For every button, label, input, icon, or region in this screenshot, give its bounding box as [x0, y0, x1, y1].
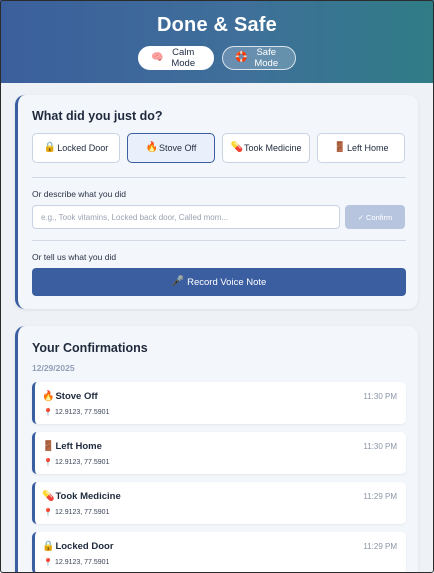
entry-location-text: 12.9123, 77.5901	[54, 409, 110, 416]
confirmation-item[interactable]: 🚪 Left Home 11:30 PM 📍 12.9123, 77.5901	[32, 432, 406, 474]
confirmation-item[interactable]: 💊 Took Medicine 11:29 PM 📍 12.9123, 77.5…	[32, 482, 406, 524]
entry-title-text: Left Home	[55, 441, 102, 452]
fire-icon: 🔥	[145, 142, 159, 153]
mode-switch: 🧠 Calm Mode 🛟 Safe Mode	[0, 46, 434, 70]
describe-label: Or describe what you did	[32, 189, 127, 199]
action-card: What did you just do? 🔒 Locked Door 🔥 St…	[15, 95, 418, 309]
took-medicine-button[interactable]: 💊 Took Medicine	[222, 133, 310, 163]
took-medicine-label: Took Medicine	[243, 143, 302, 153]
entry-title-text: Stove Off	[55, 391, 98, 402]
stove-off-button[interactable]: 🔥 Stove Off	[127, 133, 215, 163]
entry-title: 🚪 Left Home	[42, 441, 102, 452]
safe-mode-button[interactable]: 🛟 Safe Mode	[222, 46, 296, 70]
entry-location: 📍 12.9123, 77.5901	[43, 508, 109, 517]
brain-icon: 🧠	[151, 52, 164, 63]
entry-location-text: 12.9123, 77.5901	[54, 459, 110, 466]
divider	[32, 177, 406, 178]
confirmation-item[interactable]: 🔒 Locked Door 11:29 PM 📍 12.9123, 77.590…	[32, 532, 406, 573]
lock-icon: 🔒	[43, 142, 57, 153]
locked-door-label: Locked Door	[57, 143, 109, 153]
pin-icon: 📍	[43, 458, 53, 467]
entry-title-text: Took Medicine	[55, 491, 121, 502]
left-home-label: Left Home	[346, 143, 389, 153]
entry-location-text: 12.9123, 77.5901	[54, 559, 110, 566]
confirmation-item[interactable]: 🔥 Stove Off 11:30 PM 📍 12.9123, 77.5901	[32, 382, 406, 424]
entry-title: 🔥 Stove Off	[42, 391, 98, 402]
pill-icon: 💊	[230, 142, 243, 153]
app-title: Done & Safe	[156, 14, 277, 36]
pin-icon: 📍	[43, 508, 53, 517]
record-voice-button[interactable]: 🎤 Record Voice Note	[32, 268, 406, 296]
pin-icon: 📍	[43, 558, 53, 567]
fire-icon: 🔥	[42, 390, 55, 402]
stove-off-label: Stove Off	[159, 143, 197, 153]
entry-location: 📍 12.9123, 77.5901	[43, 558, 109, 567]
date-label: 12/29/2025	[32, 363, 75, 373]
left-home-button[interactable]: 🚪 Left Home	[317, 133, 405, 163]
entry-location: 📍 12.9123, 77.5901	[43, 408, 109, 417]
entry-title: 💊 Took Medicine	[42, 491, 121, 502]
entry-location-text: 12.9123, 77.5901	[54, 509, 110, 516]
safe-mode-label: Safe Mode	[254, 47, 279, 69]
entry-time: 11:29 PM	[363, 542, 397, 551]
confirmations-card: Your Confirmations 12/29/2025 🔥 Stove Of…	[15, 326, 418, 573]
calm-mode-button[interactable]: 🧠 Calm Mode	[138, 46, 214, 70]
entry-time: 11:30 PM	[363, 442, 397, 451]
calm-mode-label: Calm Mode	[171, 47, 196, 69]
locked-door-button[interactable]: 🔒 Locked Door	[32, 133, 120, 163]
entry-title-text: Locked Door	[55, 541, 114, 552]
microphone-icon: 🎤	[171, 276, 185, 287]
record-voice-label: Record Voice Note	[187, 276, 267, 288]
door-icon: 🚪	[333, 142, 346, 153]
lock-icon: 🔒	[42, 540, 55, 552]
confirmations-heading: Your Confirmations	[32, 341, 148, 355]
action-heading: What did you just do?	[32, 109, 163, 123]
confirm-button[interactable]: ✓ Confirm	[345, 205, 405, 229]
entry-time: 11:29 PM	[363, 492, 397, 501]
describe-input[interactable]	[32, 205, 340, 229]
entry-title: 🔒 Locked Door	[42, 541, 114, 552]
check-icon: ✓	[357, 212, 365, 222]
voice-label: Or tell us what you did	[32, 252, 117, 262]
pill-icon: 💊	[42, 490, 55, 502]
app-header: Done & Safe 🧠 Calm Mode 🛟 Safe Mode	[0, 0, 434, 83]
entry-location: 📍 12.9123, 77.5901	[43, 458, 109, 467]
lifebuoy-icon: 🛟	[235, 52, 248, 63]
door-icon: 🚪	[42, 440, 55, 452]
confirm-label: Confirm	[366, 212, 393, 222]
divider	[32, 240, 406, 241]
pin-icon: 📍	[43, 408, 53, 417]
entry-time: 11:30 PM	[363, 392, 397, 401]
